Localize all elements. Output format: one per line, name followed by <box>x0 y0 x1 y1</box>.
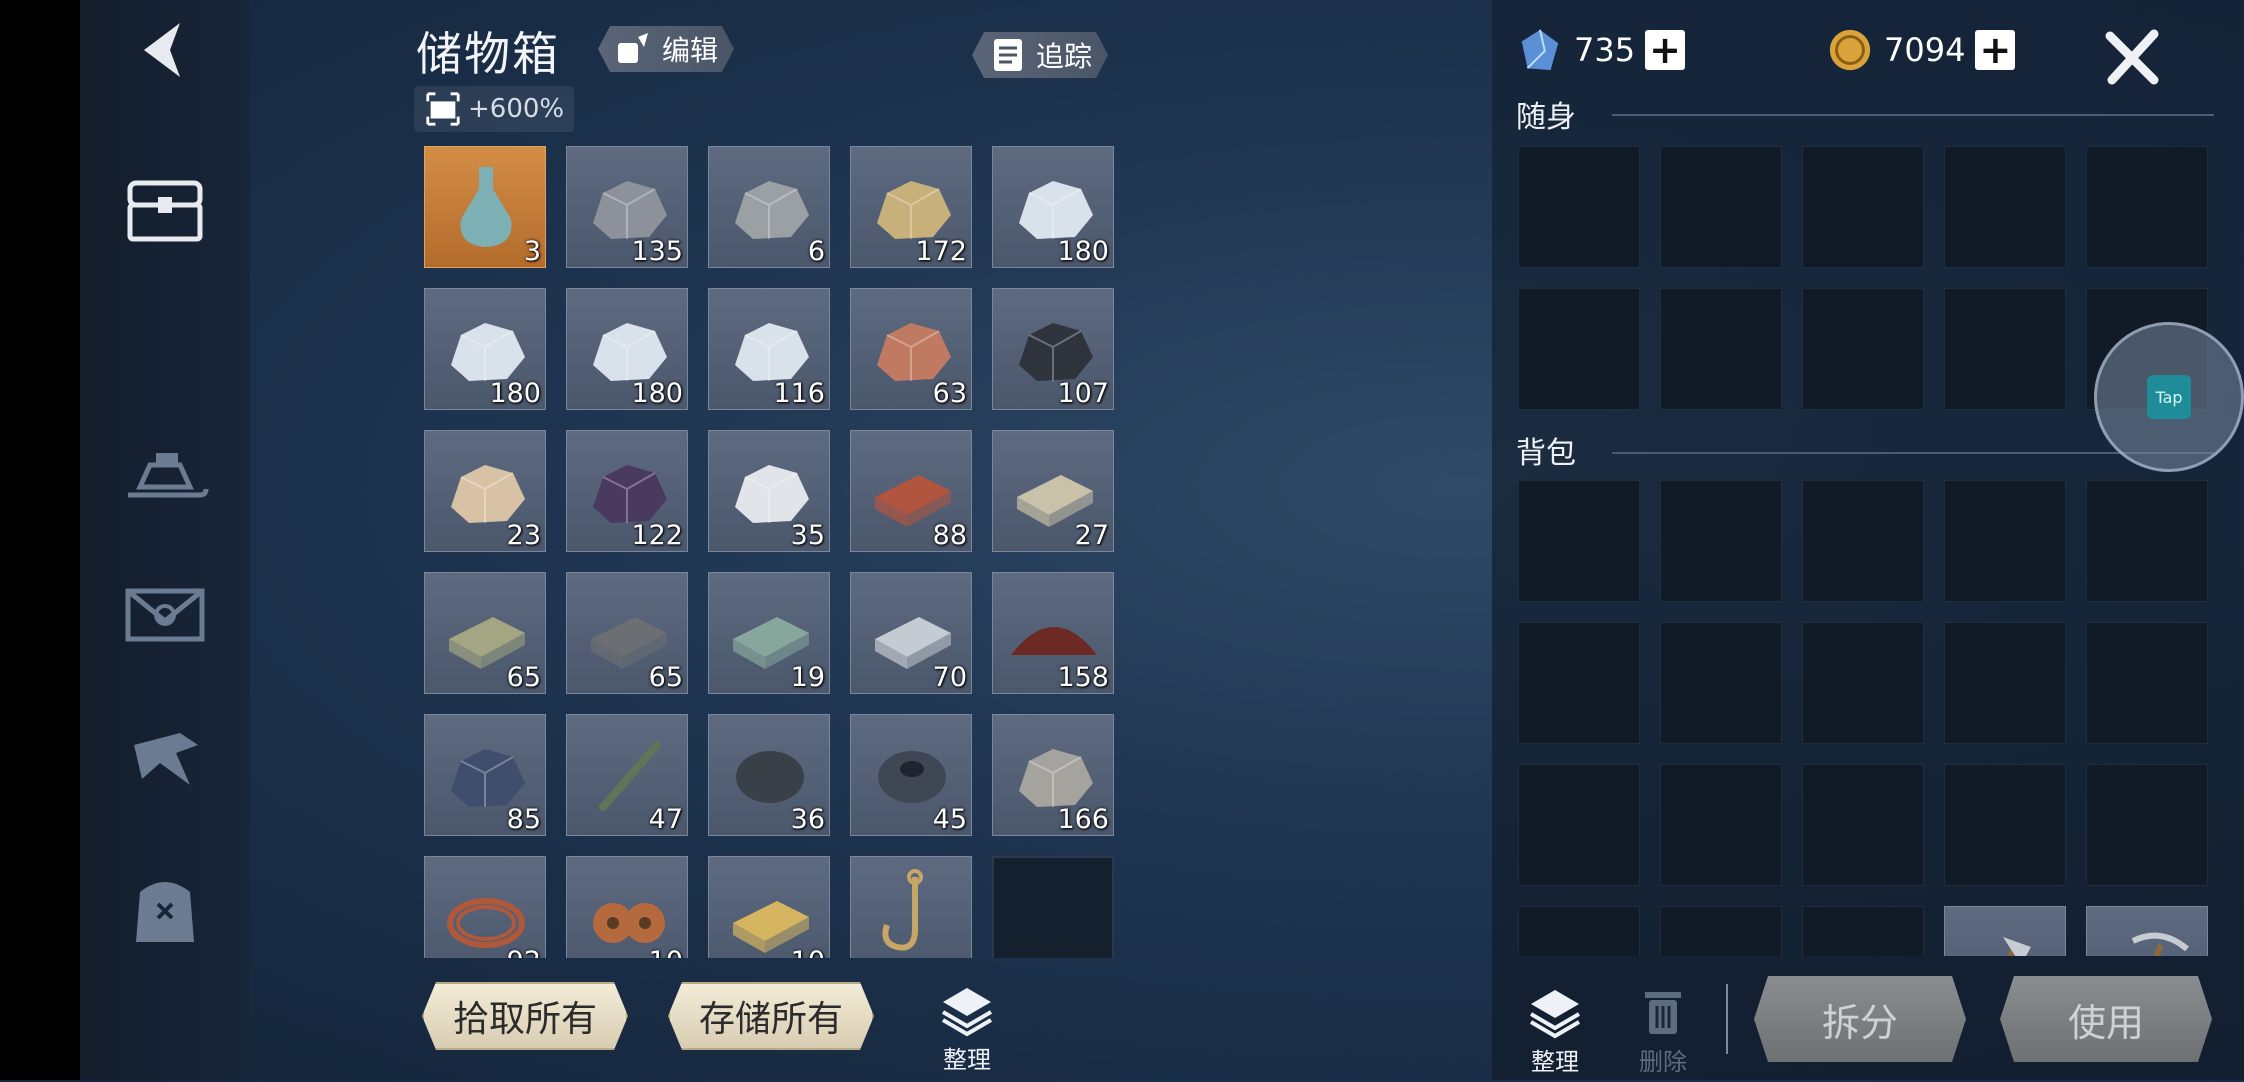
bag-slot-axe[interactable] <box>1944 906 2066 956</box>
organize-label: 整理 <box>1531 1048 1579 1076</box>
axe-icon <box>2003 937 2031 956</box>
bag-slot[interactable] <box>1518 622 1640 744</box>
bag-slot[interactable] <box>1802 622 1924 744</box>
organize-storage-button[interactable]: 整理 <box>922 980 1012 1080</box>
bag-slot[interactable] <box>2086 764 2208 886</box>
split-button[interactable]: 拆分 <box>1754 976 1966 1062</box>
pickup-all-button[interactable]: 拾取所有 <box>422 982 628 1050</box>
use-button[interactable]: 使用 <box>2000 976 2212 1062</box>
bag-slot[interactable] <box>1944 622 2066 744</box>
bag-slot[interactable] <box>1518 480 1640 602</box>
delete-button[interactable]: 删除 <box>1618 982 1708 1082</box>
organize-inventory-button[interactable]: 整理 <box>1510 982 1600 1082</box>
bag-slot[interactable] <box>1518 906 1640 956</box>
bag-slot[interactable] <box>2086 622 2208 744</box>
bag-slot[interactable] <box>1802 906 1924 956</box>
trash-icon <box>1645 992 1681 1034</box>
store-all-button[interactable]: 存储所有 <box>668 982 874 1050</box>
tap-floating-button[interactable]: Tap <box>2094 322 2244 472</box>
toolbar-divider <box>1726 984 1728 1054</box>
bag-slot[interactable] <box>1944 480 2066 602</box>
bag-slot[interactable] <box>2086 480 2208 602</box>
layers-icon <box>1529 990 1581 1039</box>
organize-label: 整理 <box>943 1046 991 1074</box>
bag-slot[interactable] <box>1660 622 1782 744</box>
bag-slot[interactable] <box>1660 480 1782 602</box>
bag-slot[interactable] <box>1518 764 1640 886</box>
bag-slot[interactable] <box>1660 906 1782 956</box>
delete-label: 删除 <box>1639 1048 1687 1076</box>
bag-grid <box>0 0 2244 956</box>
bag-slot[interactable] <box>1660 764 1782 886</box>
bag-slot[interactable] <box>1802 764 1924 886</box>
pickaxe-icon <box>2131 932 2189 956</box>
bag-slot[interactable] <box>1802 480 1924 602</box>
layers-icon <box>941 988 993 1037</box>
bag-slot[interactable] <box>1944 764 2066 886</box>
bag-slot-pickaxe[interactable] <box>2086 906 2208 956</box>
tap-label: Tap <box>2147 375 2191 419</box>
